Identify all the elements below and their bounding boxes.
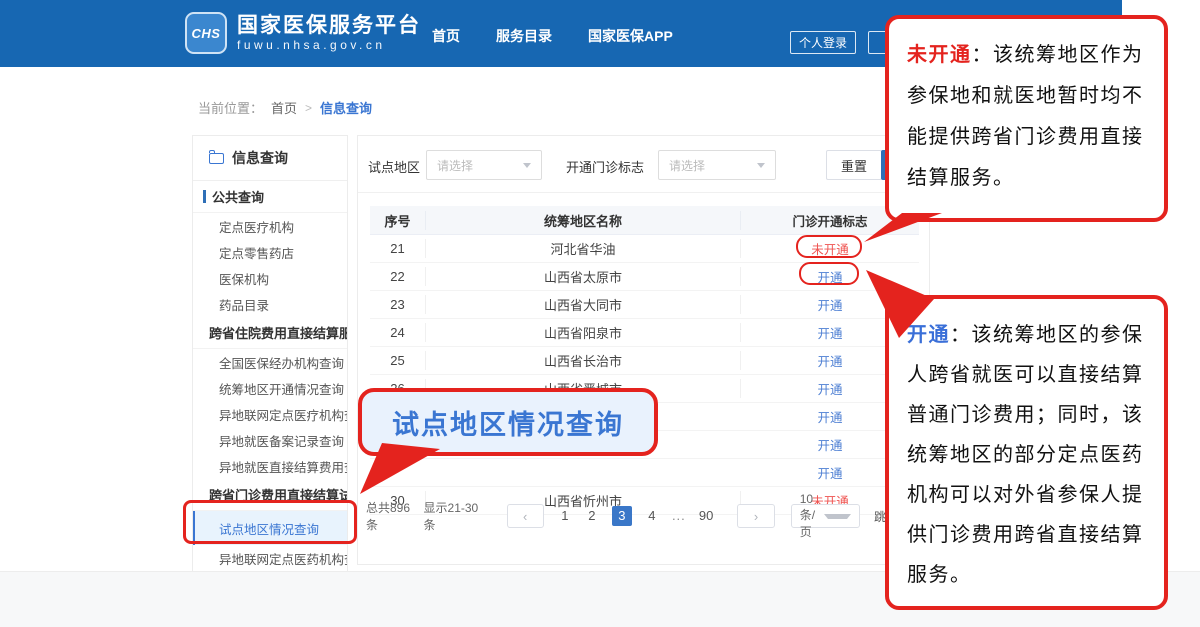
reset-button[interactable]: 重置: [826, 150, 882, 180]
page-button[interactable]: ...: [672, 506, 686, 526]
name-cell: 山西省长治市: [425, 351, 741, 370]
sidebar-item[interactable]: 异地就医备案记录查询: [193, 427, 347, 453]
not-open-term: 未开通: [907, 44, 972, 66]
personal-login-button[interactable]: 个人登录: [790, 31, 856, 54]
open-text: ：该统筹地区的参保人跨省就医可以直接结算普通门诊费用；同时，该统筹地区的部分定点…: [907, 324, 1144, 586]
table-row: 24 山西省阳泉市 开通: [370, 319, 919, 347]
select-placeholder: 请选择: [437, 158, 474, 173]
chs-logo-icon: CHS: [185, 12, 227, 54]
table-row: 25 山西省长治市 开通: [370, 347, 919, 375]
breadcrumb-home-link[interactable]: 首页: [271, 98, 297, 117]
sidebar-item[interactable]: 定点零售药店: [193, 239, 347, 265]
open-callout: 开通：该统筹地区的参保人跨省就医可以直接结算普通门诊费用；同时，该统筹地区的部分…: [885, 295, 1168, 610]
table-header: 序号 统筹地区名称 门诊开通标志: [370, 206, 919, 235]
pilot-area-label: 试点地区: [368, 160, 421, 175]
header-nav: 首页 服务目录 国家医保APP: [432, 26, 673, 46]
next-page-button[interactable]: ›: [737, 504, 775, 528]
sidebar-item[interactable]: 全国医保经办机构查询: [193, 349, 347, 375]
center-callout: 试点地区情况查询: [358, 388, 658, 456]
page-list: 1 2 3 4... 90: [558, 506, 713, 526]
page-button[interactable]: 90: [699, 506, 713, 526]
nav-item[interactable]: 国家医保APP: [588, 26, 673, 46]
nav-item[interactable]: 首页: [432, 26, 460, 46]
outpatient-flag-label: 开通门诊标志: [566, 160, 645, 175]
seq-cell: 23: [390, 297, 405, 312]
breadcrumb-current[interactable]: 信息查询: [320, 98, 372, 117]
page-button[interactable]: 3: [611, 506, 632, 526]
column-header-seq: 序号: [384, 213, 411, 229]
table-row: 23 山西省大同市 开通: [370, 291, 919, 319]
seq-cell: 24: [390, 325, 405, 340]
breadcrumb-separator: >: [305, 100, 313, 115]
sidebar-item[interactable]: 药品目录: [193, 291, 347, 317]
breadcrumb-location-label: 当前位置：: [198, 101, 264, 116]
seq-cell: 25: [390, 353, 405, 368]
name-cell: 河北省华油: [425, 239, 741, 258]
seq-cell: 22: [390, 269, 405, 284]
sidebar-highlight-ring: [183, 500, 357, 544]
total-count: 总共896条: [366, 501, 411, 532]
sidebar-item[interactable]: 定点医疗机构: [193, 213, 347, 239]
shown-range: 显示21-30条: [423, 501, 479, 532]
sidebar-item[interactable]: 异地联网定点医疗机构查询: [193, 401, 347, 427]
sidebar-item[interactable]: 异地联网定点医药机构查询: [193, 545, 347, 571]
column-header-name: 统筹地区名称: [425, 210, 741, 230]
site-title: 国家医保服务平台: [237, 14, 421, 37]
outpatient-flag-select[interactable]: 请选择: [658, 150, 776, 180]
chevron-right-icon: ›: [753, 508, 759, 524]
sidebar-item[interactable]: 异地就医直接结算费用查询: [193, 453, 347, 479]
not-open-callout: 未开通：该统筹地区作为参保地和就医地暂时均不能提供跨省门诊费用直接结算服务。: [885, 15, 1168, 222]
chevron-down-icon: [757, 162, 765, 168]
main-panel: 试点地区 请选择 开通门诊标志 请选择 重置 序号 统筹地区名称 门诊开通标志: [357, 135, 941, 565]
name-cell: 山西省阳泉市: [425, 323, 741, 342]
page-button[interactable]: 4: [645, 506, 659, 526]
nav-item[interactable]: 服务目录: [496, 26, 552, 46]
sidebar-item[interactable]: 跨省住院费用直接结算服务查询: [193, 317, 347, 349]
sidebar-title[interactable]: 信息查询: [193, 136, 347, 181]
open-ring: [799, 262, 859, 285]
chevron-left-icon: ‹: [523, 508, 528, 524]
pagination: 总共896条 显示21-30条 ‹ 1234...90 › 10条/页 跳转至第: [366, 492, 922, 539]
folder-icon: [208, 149, 224, 164]
sidebar-item[interactable]: 统筹地区开通情况查询: [193, 375, 347, 401]
filter-bar: 试点地区 请选择 开通门诊标志 请选择 重置: [358, 136, 941, 193]
pilot-area-select[interactable]: 请选择: [426, 150, 542, 180]
sidebar-item[interactable]: 公共查询: [193, 181, 347, 213]
name-cell: 山西省大同市: [425, 295, 741, 314]
name-cell: 山西省太原市: [425, 267, 741, 286]
prev-page-button[interactable]: ‹: [506, 504, 544, 528]
select-placeholder: 请选择: [669, 158, 706, 173]
breadcrumb: 当前位置： 首页 > 信息查询: [198, 98, 372, 117]
seq-cell: 21: [390, 241, 405, 256]
page: CHS 国家医保服务平台 fuwu.nhsa.gov.cn 首页 服务目录 国家医保…: [0, 0, 1200, 627]
not-open-ring: [796, 235, 862, 258]
table-row: 开通: [370, 459, 919, 487]
page-button[interactable]: 1: [558, 506, 572, 526]
page-button[interactable]: 2: [585, 506, 599, 526]
sidebar-item[interactable]: 医保机构: [193, 265, 347, 291]
site-domain: fuwu.nhsa.gov.cn: [237, 38, 386, 52]
page-size-select[interactable]: 10条/页: [790, 492, 860, 539]
chevron-down-icon: [523, 162, 531, 168]
logo[interactable]: CHS 国家医保服务平台 fuwu.nhsa.gov.cn: [185, 12, 421, 54]
chevron-down-icon: [824, 513, 851, 519]
open-term: 开通: [907, 324, 950, 346]
